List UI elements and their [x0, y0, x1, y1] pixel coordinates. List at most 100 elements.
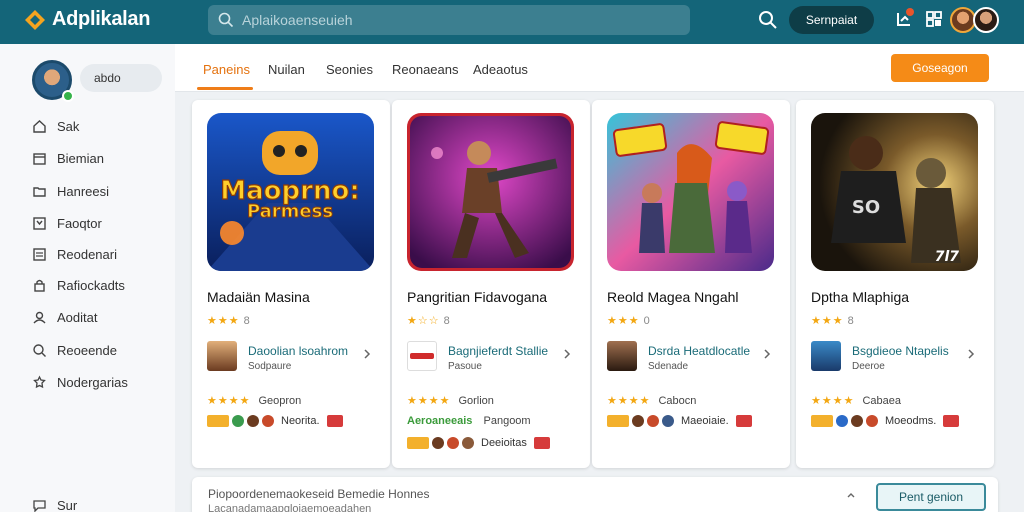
primary-action-button[interactable]: Goseagon [891, 54, 989, 82]
flag-icon [943, 415, 960, 427]
sidebar-item-user[interactable]: Aoditat [32, 305, 97, 329]
mini-avatar-icon [851, 415, 863, 427]
mini-avatar-icon [836, 415, 848, 427]
sidebar-item-search[interactable]: Reoeende [32, 338, 117, 362]
developer-subtitle: Deeroe [852, 361, 885, 372]
top-bar: Adplikalan Sernpaiat [0, 0, 1024, 44]
mini-avatar-icon [662, 415, 674, 427]
mini-avatar-icon [632, 415, 644, 427]
sidebar-item-label: Reoeende [57, 342, 117, 358]
svg-text:SO: SO [852, 197, 880, 218]
sidebar-item-home[interactable]: Sak [32, 114, 79, 138]
mini-avatar-icon [262, 415, 274, 427]
tab-nuilan[interactable]: Nuilan [268, 62, 305, 77]
tab-paneins[interactable]: Paneins [203, 62, 250, 77]
developer-name[interactable]: Dsrda Heatdlocatle [648, 344, 750, 358]
game-art-dark[interactable]: SO 7l7 [811, 113, 978, 271]
logo-text: Adplikalan [52, 8, 151, 30]
mini-avatar-icon [462, 437, 474, 449]
mini-avatar-icon [866, 415, 878, 427]
sidebar-item-label: Rafiockadts [57, 277, 125, 293]
developer-avatar[interactable] [811, 341, 841, 371]
developer-avatar[interactable] [407, 341, 437, 371]
lock-icon [34, 279, 45, 292]
search-icon [218, 12, 234, 28]
online-status-icon [62, 90, 74, 102]
review-row: ★★★★ Geopron [207, 395, 302, 407]
bottom-panel-text: Piopoordenemaokeseid Bemedie Honnes [208, 487, 430, 501]
chevron-right-icon[interactable] [362, 349, 372, 359]
sidebar-item-label: Sak [57, 118, 80, 134]
calendar-icon [33, 152, 46, 165]
developer-avatar[interactable] [207, 341, 237, 371]
chevron-right-icon[interactable] [966, 349, 976, 359]
chevron-right-icon[interactable] [562, 349, 572, 359]
developer-name[interactable]: Bagnjieferdt Stallie [448, 344, 548, 358]
card-title[interactable]: Dptha Mlaphiga [811, 289, 909, 305]
app-card[interactable]: SO 7l7 Dptha Mlaphiga ★★★ 8 Bsgdieoe Nta… [796, 100, 994, 468]
apps-grid-icon[interactable] [925, 10, 943, 28]
sidebar-item-bookmark[interactable]: Faoqtor [32, 211, 102, 235]
tag-label: Moeodms. [885, 415, 937, 427]
sidebar-item-label: Aoditat [57, 309, 98, 325]
sidebar-item-calendar[interactable]: Biemian [32, 146, 104, 170]
expand-icon[interactable] [846, 491, 856, 501]
review-row: ★★★★ Gorlion [407, 395, 494, 407]
card-title[interactable]: Reold Magea Nngahl [607, 289, 739, 305]
sidebar-item-label: Reodenari [57, 246, 117, 262]
flag-icon [735, 415, 752, 427]
app-logo[interactable]: Adplikalan [24, 8, 150, 31]
search-icon[interactable] [758, 10, 778, 30]
review-row: ★★★★ Cabaea [811, 395, 901, 407]
bottom-action-button[interactable]: Pent genion [876, 483, 986, 511]
rating-stars: ★★★ 0 [607, 315, 651, 327]
game-art-moopeno[interactable]: Maoprno: Parmess [207, 113, 374, 271]
list-icon [33, 247, 46, 261]
badge-icon [407, 437, 429, 449]
card-title[interactable]: Madaiän Masina [207, 289, 310, 305]
search-icon [33, 343, 46, 357]
bottom-panel-subtext: Lacanadamaapgloiaemoeadahen [208, 503, 372, 512]
sidebar-item-folder[interactable]: Hanreesi [32, 179, 109, 203]
badge-icon [607, 415, 629, 427]
gamepad-icon [33, 375, 46, 388]
app-card[interactable]: Reold Magea Nngahl ★★★ 0 Dsrda Heatdloca… [592, 100, 790, 468]
sidebar-item-label: Biemian [57, 150, 104, 166]
sidebar-item-lock[interactable]: Rafiockadts [32, 273, 125, 297]
card-title[interactable]: Pangritian Fidavogana [407, 289, 547, 305]
badge-icon [207, 415, 229, 427]
sidebar-item-label: Sur [57, 498, 78, 512]
app-card[interactable]: Pangritian Fidavogana ★☆☆ 8 Bagnjieferdt… [392, 100, 590, 468]
search-bar[interactable] [208, 5, 690, 35]
sidebar-item-label: Nodergarias [57, 374, 128, 390]
folder-icon [33, 186, 46, 197]
art-badge-text: 7l7 [935, 249, 960, 265]
sidebar-item-bottom[interactable]: Sur [32, 498, 77, 512]
signin-button[interactable]: Sernpaiat [789, 6, 874, 34]
flag-icon [326, 415, 343, 427]
developer-avatar[interactable] [607, 341, 637, 371]
game-art-heroes[interactable] [607, 113, 774, 271]
tag-row: Moeodms. [811, 415, 960, 427]
logo-diamond-icon [25, 9, 45, 30]
profile-name[interactable]: abdo [80, 64, 162, 92]
game-art-shooter[interactable] [407, 113, 574, 271]
tab-seonies[interactable]: Seonies [326, 62, 373, 77]
sidebar-item-list[interactable]: Reodenari [32, 242, 117, 266]
flag-icon [533, 437, 550, 449]
mini-avatar-icon [247, 415, 259, 427]
tab-reonaeans[interactable]: Reonaeans [392, 62, 459, 77]
badge-icon [811, 415, 833, 427]
user-avatar-secondary[interactable] [973, 7, 999, 33]
tab-adeaotus[interactable]: Adeaotus [473, 62, 528, 77]
search-input[interactable] [242, 12, 672, 28]
bookmark-icon [33, 216, 46, 230]
sidebar-item-label: Hanreesi [57, 183, 110, 199]
chevron-right-icon[interactable] [762, 349, 772, 359]
app-card[interactable]: Maoprno: Parmess Madaiän Masina ★★★ 8 Da… [192, 100, 390, 468]
tag-label: Deeioitas [481, 437, 527, 449]
developer-name[interactable]: Daoolian lsoahrom [248, 344, 348, 358]
rating-stars: ★★★ 8 [811, 315, 855, 327]
developer-name[interactable]: Bsgdieoe Ntapelis [852, 344, 949, 358]
sidebar-item-games[interactable]: Nodergarias [32, 370, 128, 394]
